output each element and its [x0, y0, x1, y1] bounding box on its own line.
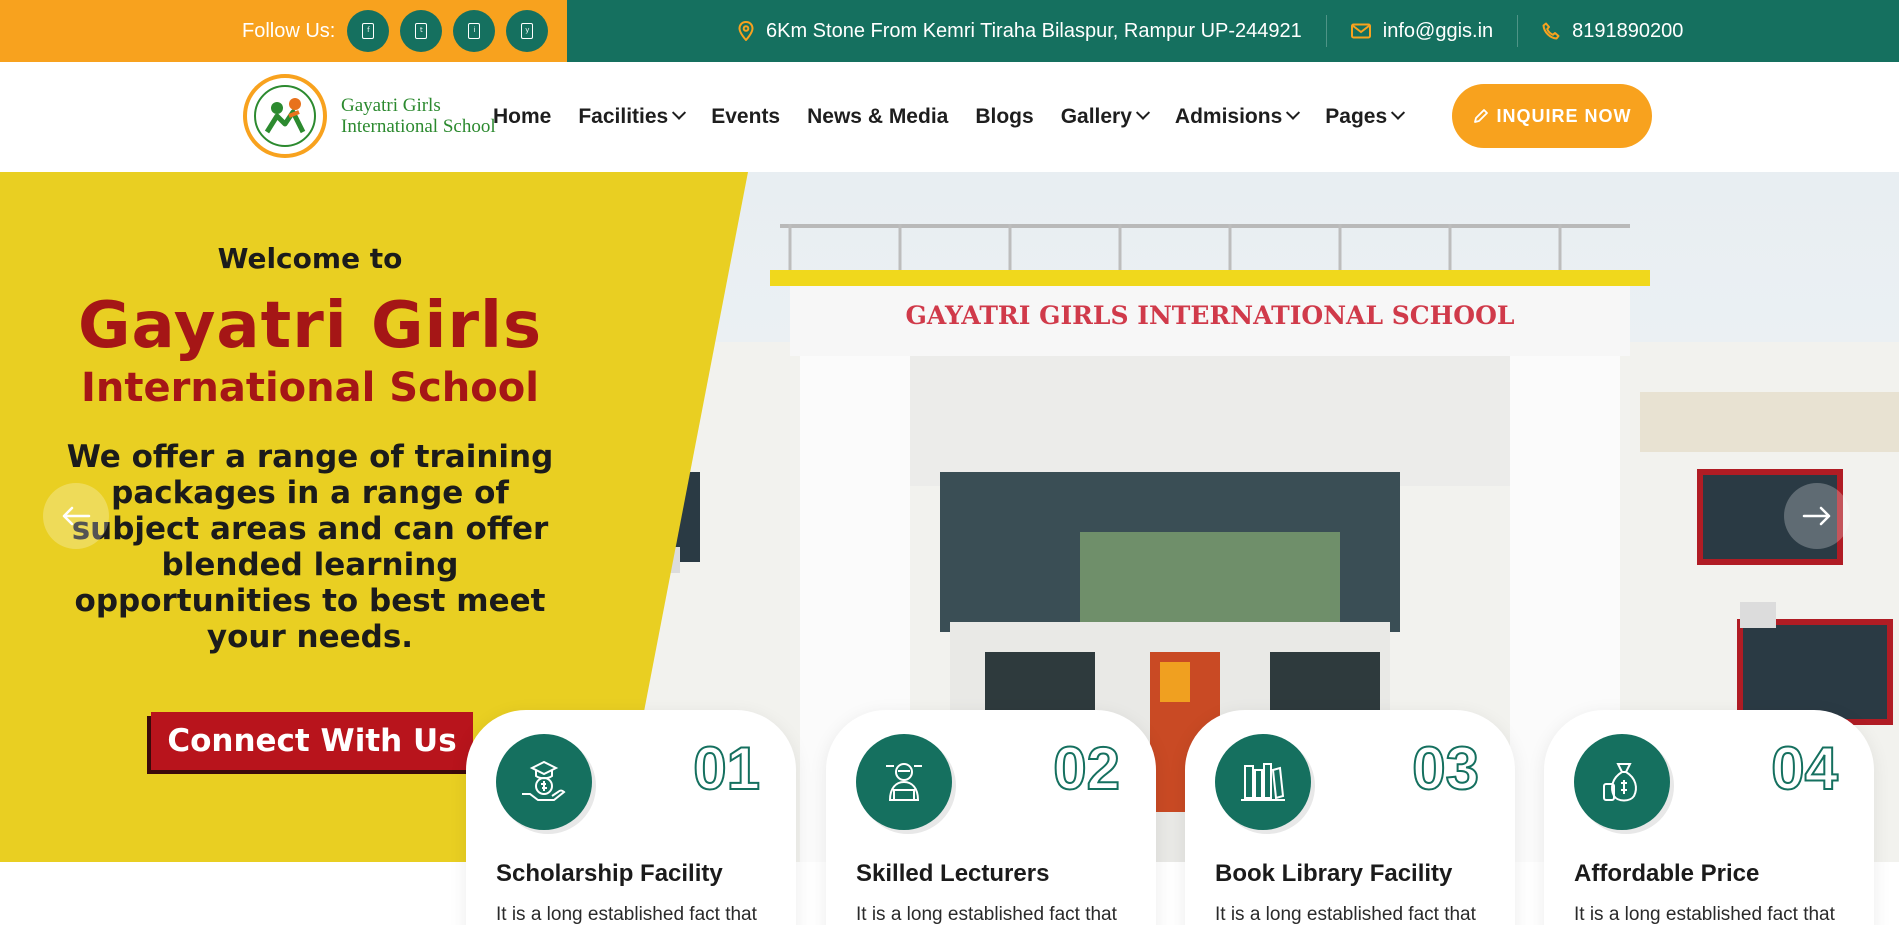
hero-tagline: We offer a range of training packages in…: [66, 439, 554, 655]
chevron-down-icon: [1286, 105, 1301, 120]
scholarship-icon: [496, 734, 592, 830]
card-title: Affordable Price: [1574, 860, 1760, 887]
address-item: 6Km Stone From Kemri Tiraha Bilaspur, Ra…: [738, 20, 1302, 43]
nav-pages[interactable]: Pages: [1325, 105, 1406, 129]
phone-icon: [1542, 22, 1560, 40]
top-bar: Follow Us: f t i y 6Km Stone From Kemri …: [0, 0, 1899, 62]
youtube-icon[interactable]: y: [506, 10, 549, 52]
card-number: 01: [692, 734, 761, 803]
arrow-left-icon: [62, 506, 91, 526]
nav-label: News & Media: [807, 105, 949, 128]
money-bag-icon: [1574, 734, 1670, 830]
card-description: It is a long established fact that: [1574, 904, 1835, 925]
welcome-heading: Welcome to: [217, 242, 403, 275]
main-header: Gayatri Girls International School Home …: [0, 62, 1899, 172]
chevron-down-icon: [1135, 105, 1150, 120]
contact-bar: 6Km Stone From Kemri Tiraha Bilaspur, Ra…: [567, 0, 1899, 62]
nav-gallery[interactable]: Gallery: [1060, 105, 1150, 129]
phone-link[interactable]: 8191890200: [1542, 20, 1683, 43]
email-text: info@ggis.in: [1382, 19, 1494, 42]
card-description: It is a long established fact that: [496, 904, 757, 925]
library-icon: [1215, 734, 1311, 830]
welcome-text-block: Welcome to Gayatri Girls International S…: [0, 242, 620, 655]
feature-card[interactable]: 02 Skilled Lecturers It is a long establ…: [826, 710, 1156, 925]
nav-label: Blogs: [975, 105, 1034, 128]
card-title: Skilled Lecturers: [856, 860, 1050, 887]
school-name-line-1: Gayatri Girls: [77, 289, 543, 363]
nav-news-media[interactable]: News & Media: [807, 105, 948, 129]
chevron-down-icon: [1391, 105, 1406, 120]
inquire-label: INQUIRE NOW: [1496, 105, 1632, 126]
logo-text: Gayatri Girls International School: [341, 95, 496, 137]
connect-label: Connect With Us: [167, 723, 457, 759]
chevron-down-icon: [672, 105, 687, 120]
logo-emblem: [243, 74, 327, 158]
card-title: Scholarship Facility: [496, 860, 723, 887]
card-number: 02: [1052, 734, 1121, 803]
lecturer-icon: [856, 734, 952, 830]
nav-home[interactable]: Home: [493, 105, 551, 129]
nav-label: Pages: [1325, 105, 1388, 128]
school-logo[interactable]: Gayatri Girls International School: [241, 72, 496, 160]
card-title: Book Library Facility: [1215, 860, 1453, 887]
nav-blogs[interactable]: Blogs: [975, 105, 1033, 129]
nav-events[interactable]: Events: [711, 105, 780, 129]
divider: [1517, 15, 1519, 47]
card-number: 03: [1411, 734, 1480, 803]
divider: [1325, 15, 1327, 47]
facebook-icon[interactable]: f: [347, 10, 390, 52]
follow-us-label: Follow Us:: [242, 19, 336, 42]
main-nav: Home Facilities Events News & Media Blog…: [493, 62, 1430, 172]
feature-card[interactable]: 01 Scholarship Facility It is a long est…: [466, 710, 796, 925]
school-name-line-2: International School: [81, 365, 539, 411]
logo-line-2: International School: [341, 116, 496, 137]
card-description: It is a long established fact that: [1215, 904, 1476, 925]
prev-slide-button[interactable]: [43, 483, 109, 549]
logo-line-1: Gayatri Girls: [341, 95, 441, 116]
address-text: 6Km Stone From Kemri Tiraha Bilaspur, Ra…: [766, 19, 1302, 42]
email-link[interactable]: info@ggis.in: [1350, 19, 1494, 43]
nav-admissions[interactable]: Admisions: [1174, 105, 1301, 129]
nav-label: Facilities: [578, 105, 669, 128]
feature-card[interactable]: 04 Affordable Price It is a long establi…: [1544, 710, 1874, 925]
pencil-icon: [1473, 109, 1488, 123]
inquire-now-button[interactable]: INQUIRE NOW: [1452, 84, 1652, 148]
envelope-icon: [1350, 23, 1371, 39]
connect-with-us-button[interactable]: Connect With Us: [151, 712, 473, 770]
location-pin-icon: [738, 21, 754, 41]
nav-label: Events: [711, 105, 781, 128]
card-number: 04: [1770, 734, 1839, 803]
next-slide-button[interactable]: [1784, 483, 1850, 549]
instagram-icon[interactable]: i: [453, 10, 496, 52]
phone-text: 8191890200: [1572, 19, 1684, 42]
nav-label: Admisions: [1174, 105, 1283, 128]
twitter-icon[interactable]: t: [400, 10, 443, 52]
nav-facilities[interactable]: Facilities: [578, 105, 687, 129]
card-description: It is a long established fact that: [856, 904, 1117, 925]
nav-label: Gallery: [1060, 105, 1132, 128]
arrow-right-icon: [1802, 506, 1831, 526]
social-bar: Follow Us: f t i y: [0, 0, 567, 62]
feature-card[interactable]: 03 Book Library Facility It is a long es…: [1185, 710, 1515, 925]
nav-label: Home: [493, 105, 552, 128]
